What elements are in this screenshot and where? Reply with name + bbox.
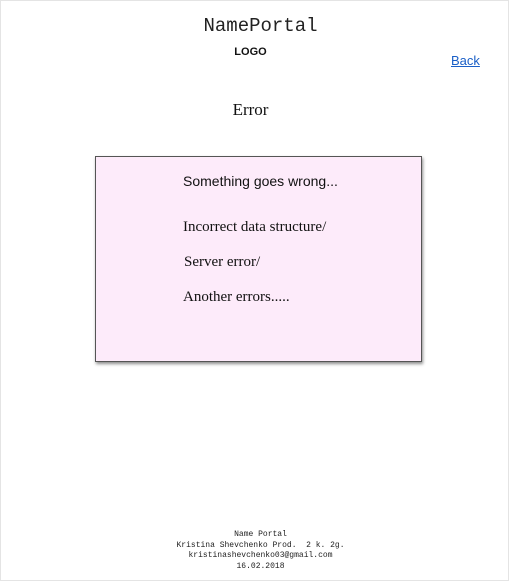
footer-date: 16.02.2018 (236, 561, 285, 571)
back-link[interactable]: Back (451, 53, 480, 68)
footer-credits: Kristina Shevchenko Prod. 2 k. 2g. (176, 540, 345, 550)
page: NamePortal LOGO Back Error Something goe… (0, 0, 509, 581)
footer-site-name: Name Portal (234, 530, 287, 539)
footer-email: kristinashevchenko03@gmail.com (188, 551, 333, 560)
logo: LOGO (234, 46, 267, 58)
footer: Name Portal Kristina Shevchenko Prod. 2 … (1, 530, 509, 572)
error-item-server: Server error/ (184, 254, 261, 270)
error-summary: Something goes wrong... (183, 173, 338, 189)
page-title: Error (232, 100, 269, 119)
brand-title: NamePortal (203, 15, 318, 37)
error-item-other: Another errors..... (183, 289, 290, 305)
error-box: Something goes wrong... Incorrect data s… (95, 156, 422, 362)
error-item-data-structure: Incorrect data structure/ (183, 219, 327, 235)
